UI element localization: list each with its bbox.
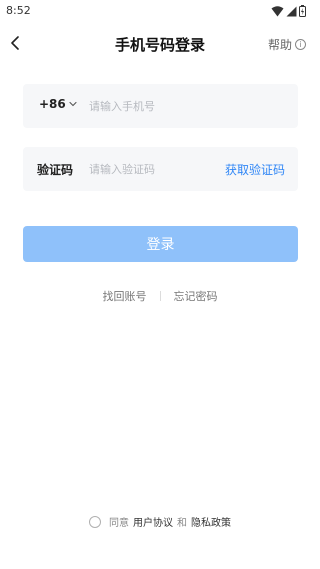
account-links: 找回账号 忘记密码 xyxy=(0,288,320,304)
battery-icon xyxy=(299,5,306,17)
agreement-checkbox[interactable] xyxy=(89,515,101,528)
code-field: 验证码 获取验证码 xyxy=(23,147,298,191)
wifi-icon xyxy=(271,5,284,16)
phone-field: +86 xyxy=(23,84,298,128)
agreement-row: 同意 用户协议 和 隐私政策 xyxy=(0,514,320,529)
user-agreement-link[interactable]: 用户协议 xyxy=(133,514,173,529)
signal-icon xyxy=(286,6,297,16)
get-code-button[interactable]: 获取验证码 xyxy=(225,161,285,178)
phone-input[interactable] xyxy=(89,94,279,118)
code-input[interactable] xyxy=(89,157,209,181)
privacy-policy-link[interactable]: 隐私政策 xyxy=(191,514,231,529)
country-code-selector[interactable]: +86 xyxy=(39,97,77,111)
nav-bar: 手机号码登录 帮助 i xyxy=(0,28,320,58)
chevron-down-icon xyxy=(69,101,77,107)
back-button[interactable] xyxy=(2,30,28,56)
help-link[interactable]: 帮助 i xyxy=(268,36,306,53)
info-circle-icon: i xyxy=(295,39,306,50)
status-bar: 8:52 xyxy=(0,0,320,22)
recover-account-link[interactable]: 找回账号 xyxy=(103,288,147,304)
help-label: 帮助 xyxy=(267,38,292,52)
link-divider xyxy=(159,291,161,301)
login-button[interactable]: 登录 xyxy=(23,226,298,262)
agreement-prefix: 同意 xyxy=(109,518,129,529)
agreement-conjunction: 和 xyxy=(177,518,187,529)
chevron-left-icon xyxy=(11,36,19,50)
code-label: 验证码 xyxy=(37,163,74,177)
status-time: 8:52 xyxy=(6,4,31,17)
status-icons xyxy=(271,5,306,17)
country-code-label: +86 xyxy=(39,97,66,111)
forgot-password-link[interactable]: 忘记密码 xyxy=(174,288,218,304)
